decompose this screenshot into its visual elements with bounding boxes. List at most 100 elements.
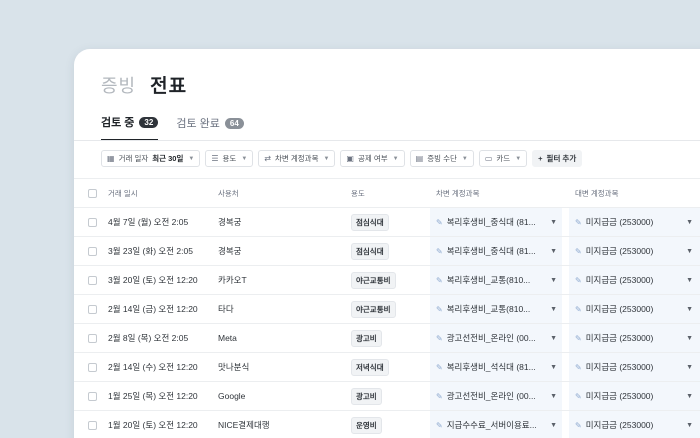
row-store: 카카오T [218, 275, 247, 285]
usage-badge[interactable]: 광고비 [351, 387, 382, 405]
filter-date[interactable]: ▦ 거래 일자 최근 30일 ▼ [101, 150, 201, 167]
add-filter-label: 필터 추가 [546, 154, 577, 163]
debit-account-select[interactable]: ✎ 복리후생비_중식대 (81... ▼ [430, 208, 562, 236]
column-header-date[interactable]: 거래 일시 [108, 179, 138, 207]
debit-account-select[interactable]: ✎ 복리후생비_교통(810... ▼ [430, 295, 562, 323]
table-row[interactable]: 3월 23일 (화) 오전 2:05 경복궁 점심식대 ✎ 복리후생비_중식대 … [74, 236, 700, 265]
table-row[interactable]: 4월 7일 (월) 오전 2:05 경복궁 점심식대 ✎ 복리후생비_중식대 (… [74, 207, 700, 236]
row-checkbox[interactable] [88, 391, 97, 401]
title-voucher: 전표 [150, 76, 188, 97]
select-all-checkbox[interactable] [88, 188, 97, 198]
debit-account-select[interactable]: ✎ 복리후생비_석식대 (81... ▼ [430, 353, 562, 381]
debit-account-select[interactable]: ✎ 복리후생비_중식대 (81... ▼ [430, 237, 562, 265]
add-filter-button[interactable]: + 필터 추가 [532, 150, 583, 167]
chevron-down-icon: ▼ [188, 155, 195, 162]
filter-deductible-label: 공제 여부 [357, 154, 388, 163]
filter-card-label: 카드 [496, 154, 511, 163]
debit-account-value: 광고선전비_온라인 (00... [446, 333, 536, 343]
debit-account-value: 복리후생비_교통(810... [446, 275, 531, 285]
row-checkbox[interactable] [88, 246, 97, 256]
table-row[interactable]: 2월 14일 (금) 오전 12:20 타다 야근교통비 ✎ 복리후생비_교통(… [74, 294, 700, 323]
chevron-down-icon: ▼ [241, 155, 248, 162]
tab-in-review[interactable]: 검토 중 32 [101, 114, 159, 141]
table-row[interactable]: 1월 25일 (목) 오전 12:20 Google 광고비 ✎ 광고선전비_온… [74, 381, 700, 410]
table-row[interactable]: 3월 20일 (토) 오전 12:20 카카오T 야근교통비 ✎ 복리후생비_교… [74, 265, 700, 294]
column-header-credit[interactable]: 대변 계정과목 [569, 179, 700, 207]
debit-account-select[interactable]: ✎ 광고선전비_온라인 (00... ▼ [430, 382, 562, 410]
usage-badge[interactable]: 운영비 [351, 416, 382, 434]
column-header-usage[interactable]: 용도 [351, 179, 365, 207]
debit-account-select[interactable]: ✎ 광고선전비_온라인 (00... ▼ [430, 324, 562, 352]
row-checkbox[interactable] [88, 275, 97, 285]
credit-account-select[interactable]: ✎ 미지급금 (253000) ▼ [569, 208, 700, 236]
row-date: 2월 14일 (수) 오전 12:20 [108, 362, 198, 372]
count-badge: 32 [139, 116, 159, 128]
usage-badge[interactable]: 야근교통비 [351, 300, 396, 318]
usage-badge[interactable]: 점심식대 [351, 213, 389, 231]
tab-label: 검토 완료 [176, 118, 220, 130]
row-date: 1월 20일 (토) 오전 12:20 [108, 420, 198, 430]
filter-usage[interactable]: ☰ 용도 ▼ [205, 150, 254, 167]
tab-reviewed[interactable]: 검토 완료 64 [176, 114, 244, 141]
swap-icon: ⇄ [264, 154, 271, 163]
table-row[interactable]: 1월 20일 (토) 오전 12:20 NICE결제대행 운영비 ✎ 지급수수료… [74, 410, 700, 438]
filter-usage-label: 용도 [222, 154, 237, 163]
credit-account-select[interactable]: ✎ 미지급금 (253000) ▼ [569, 382, 700, 410]
list-icon: ☰ [211, 154, 219, 163]
credit-account-select[interactable]: ✎ 미지급금 (253000) ▼ [569, 324, 700, 352]
credit-account-select[interactable]: ✎ 미지급금 (253000) ▼ [569, 295, 700, 323]
credit-account-value: 미지급금 (253000) [585, 391, 654, 401]
title-proof-link[interactable]: 증빙 [101, 72, 136, 98]
table-row[interactable]: 2월 8일 (목) 오전 2:05 Meta 광고비 ✎ 광고선전비_온라인 (… [74, 323, 700, 352]
filter-debit-account[interactable]: ⇄ 차변 계정과목 ▼ [258, 150, 336, 167]
pencil-icon: ✎ [436, 275, 443, 285]
pencil-icon: ✎ [575, 362, 582, 372]
chevron-down-icon: ▼ [323, 155, 330, 162]
pencil-icon: ✎ [436, 420, 443, 430]
row-checkbox[interactable] [88, 420, 97, 430]
row-date: 2월 8일 (목) 오전 2:05 [108, 333, 189, 343]
credit-account-value: 미지급금 (253000) [585, 420, 654, 430]
debit-account-value: 복리후생비_중식대 (81... [446, 246, 536, 256]
debit-account-select[interactable]: ✎ 지급수수료_서버이용료... ▼ [430, 411, 562, 438]
caret-down-icon: ▼ [686, 305, 693, 313]
credit-account-select[interactable]: ✎ 미지급금 (253000) ▼ [569, 266, 700, 294]
caret-down-icon: ▼ [550, 218, 557, 226]
usage-badge[interactable]: 저녁식대 [351, 358, 389, 376]
column-header-debit[interactable]: 차변 계정과목 [430, 179, 562, 207]
row-checkbox[interactable] [88, 304, 97, 314]
usage-badge[interactable]: 광고비 [351, 329, 382, 347]
caret-down-icon: ▼ [686, 421, 693, 429]
voucher-panel: 증빙 전표 검토 중 32 검토 완료 64 ▦ 거래 일자 최근 30일 ▼ … [74, 49, 700, 438]
credit-account-select[interactable]: ✎ 미지급금 (253000) ▼ [569, 353, 700, 381]
usage-badge[interactable]: 야근교통비 [351, 271, 396, 289]
credit-account-select[interactable]: ✎ 미지급금 (253000) ▼ [569, 237, 700, 265]
pencil-icon: ✎ [575, 217, 582, 227]
row-store: Google [218, 391, 246, 401]
row-checkbox[interactable] [88, 333, 97, 343]
filter-proof-method[interactable]: ▤ 증빙 수단 ▼ [409, 150, 474, 167]
count-badge: 64 [224, 117, 244, 129]
debit-account-select[interactable]: ✎ 복리후생비_교통(810... ▼ [430, 266, 562, 294]
chevron-down-icon: ▼ [515, 155, 522, 162]
credit-account-value: 미지급금 (253000) [585, 362, 654, 372]
caret-down-icon: ▼ [550, 305, 557, 313]
pencil-icon: ✎ [436, 217, 443, 227]
row-date: 4월 7일 (월) 오전 2:05 [108, 217, 189, 227]
row-checkbox[interactable] [88, 217, 97, 227]
filter-card[interactable]: ▭ 카드 ▼ [478, 150, 528, 167]
filter-deductible[interactable]: ▣ 공제 여부 ▼ [340, 150, 405, 167]
row-checkbox[interactable] [88, 362, 97, 372]
calendar-icon: ▦ [107, 154, 115, 163]
debit-account-value: 복리후생비_교통(810... [446, 304, 531, 314]
column-header-store[interactable]: 사용처 [218, 179, 239, 207]
chevron-down-icon: ▼ [392, 155, 399, 162]
row-store: NICE결제대행 [218, 420, 270, 430]
caret-down-icon: ▼ [686, 392, 693, 400]
credit-account-select[interactable]: ✎ 미지급금 (253000) ▼ [569, 411, 700, 438]
pencil-icon: ✎ [436, 391, 443, 401]
usage-badge[interactable]: 점심식대 [351, 242, 389, 260]
pencil-icon: ✎ [575, 275, 582, 285]
table-row[interactable]: 2월 14일 (수) 오전 12:20 맛나분식 저녁식대 ✎ 복리후생비_석식… [74, 352, 700, 381]
pencil-icon: ✎ [436, 246, 443, 256]
